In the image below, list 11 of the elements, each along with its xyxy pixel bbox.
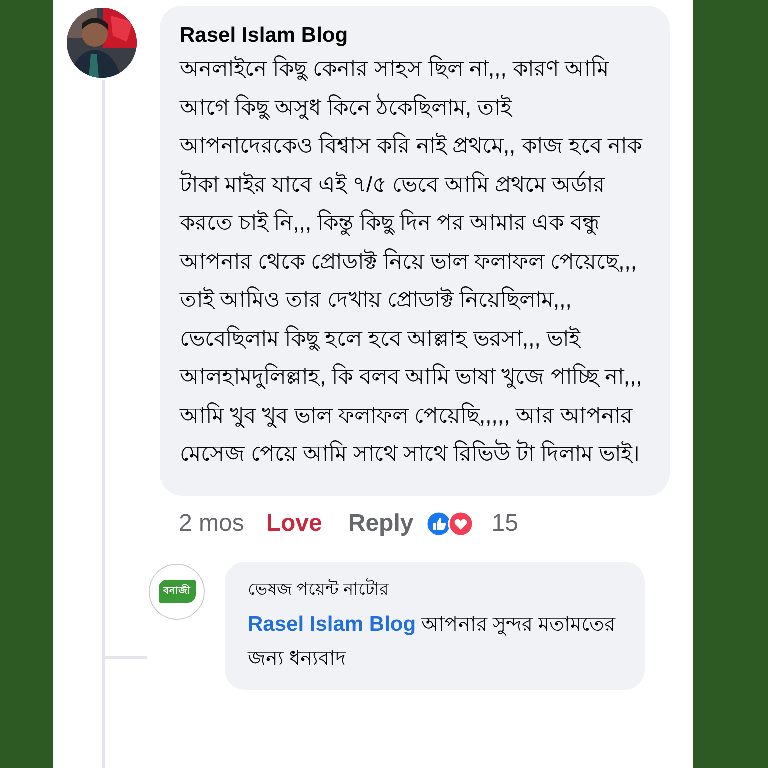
mention-link[interactable]: Rasel Islam Blog: [248, 612, 416, 636]
reply-link[interactable]: Reply: [348, 510, 414, 538]
love-link[interactable]: Love: [266, 510, 322, 538]
comment-text: অনলাইনে কিছু কেনার সাহস ছিল না,,, কারণ আমি আগে কিছু অসুধ কিনে ঠকেছিলাম, তাই আপনাদেরকেও বিশ্বাস করি নাই প্রথমে,, কাজ হবে নাক টাকা মাইর যাবে এই ৭/৫ ভেবে আমি প্রথমে অর্ডার করতে চাই নি,,, কিন্তু কিছু দিন পর আমার এক বন্ধু আপনার থেকে প্রোডাক্ট নিয়ে ভাল ফলাফল পেয়েছে,,, তাই আমিও তার দেখায় প্রোডাক্ট নিয়েছিলাম,,, ভেবেছিলাম কিছু হলে হবে আল্লাহ ভরসা,,, ভাই আলহামদুলিল্লাহ, কি বলব আমি ভাষা খুজে পাচ্ছি না,,, আমি খুব খুব ভাল ফলাফল পেয়েছি,,,,, আর আপনার মেসেজ পেয়ে আমি সাথে সাথে রিভিউ টা দিলাম ভাই।: [180, 54, 644, 468]
like-icon: [426, 510, 452, 536]
comment-author[interactable]: Rasel Islam Blog: [180, 24, 648, 48]
reply-text: Rasel Islam Blog আপনার সুন্দর মতামতের জন্য ধন্যবাদ: [248, 612, 617, 672]
reaction-count[interactable]: 15: [492, 510, 518, 538]
brand-logo: বনাজী: [149, 564, 205, 620]
comment-time[interactable]: 2 mos: [179, 510, 244, 538]
reply-author[interactable]: ভেষজ পয়েন্ট নাটোর: [248, 576, 623, 604]
